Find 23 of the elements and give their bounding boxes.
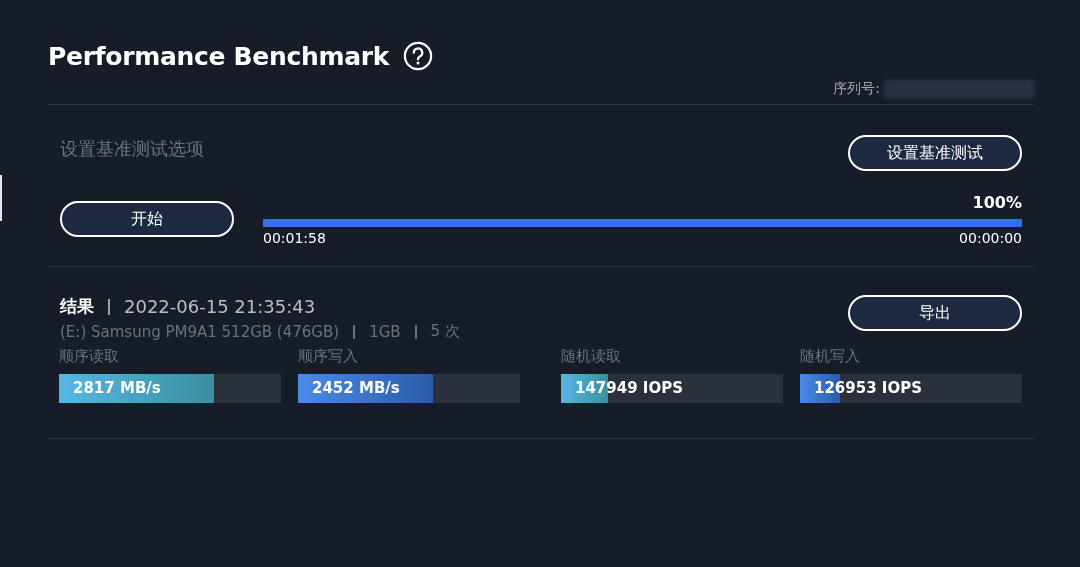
metric-value: 147949 IOPS bbox=[575, 379, 683, 397]
metric-value: 2452 MB/s bbox=[312, 379, 400, 397]
progress-percent: 100% bbox=[972, 193, 1022, 214]
result-timestamp: 2022-06-15 21:35:43 bbox=[124, 296, 316, 317]
setup-button[interactable]: 设置基准测试 bbox=[848, 135, 1022, 171]
results-heading: 结果 bbox=[60, 295, 94, 318]
export-button[interactable]: 导出 bbox=[848, 295, 1022, 331]
metric-label: 顺序写入 bbox=[298, 347, 359, 366]
elapsed-time: 00:01:58 bbox=[263, 230, 326, 246]
setup-heading: 设置基准测试选项 bbox=[60, 137, 204, 161]
remaining-time: 00:00:00 bbox=[959, 230, 1022, 246]
test-size: 1GB bbox=[369, 322, 401, 341]
start-button[interactable]: 开始 bbox=[60, 201, 234, 237]
page-title: Performance Benchmark bbox=[48, 41, 390, 71]
metric-label: 随机读取 bbox=[561, 347, 622, 366]
drive-name: (E:) Samsung PM9A1 512GB (476GB) bbox=[60, 322, 340, 341]
serial-label: 序列号: bbox=[833, 80, 880, 98]
edge-mark bbox=[0, 175, 2, 221]
metric-label: 顺序读取 bbox=[59, 347, 120, 366]
run-count: 5 次 bbox=[430, 322, 460, 341]
help-icon[interactable] bbox=[403, 41, 434, 71]
metric-value: 2817 MB/s bbox=[73, 379, 161, 397]
metric-label: 随机写入 bbox=[800, 347, 861, 366]
